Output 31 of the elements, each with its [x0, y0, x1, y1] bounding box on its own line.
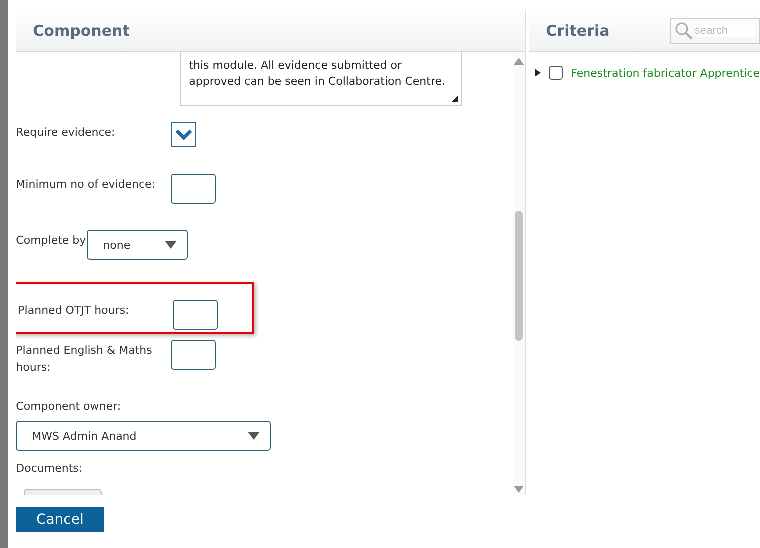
number-field[interactable]: [171, 174, 216, 204]
require-evidence-checkbox[interactable]: [171, 122, 196, 147]
expand-icon[interactable]: [535, 69, 542, 77]
scrollbar[interactable]: [513, 52, 526, 495]
owner-dropdown[interactable]: MWS Admin Anand: [16, 421, 272, 451]
field-label: Planned English & Maths hours:: [16, 343, 154, 376]
criteria-label[interactable]: Fenestration fabricator Apprentice: [571, 66, 760, 80]
criteria-checkbox[interactable]: [549, 66, 564, 80]
search-field[interactable]: search: [670, 18, 760, 44]
complete-by-dropdown[interactable]: none: [87, 230, 188, 260]
number-field[interactable]: [171, 340, 216, 370]
number-field[interactable]: [173, 300, 218, 330]
field-label: Require evidence:: [16, 125, 116, 141]
resize-handle-icon: [452, 96, 458, 102]
field-label: Component owner:: [16, 399, 122, 415]
cancel-button[interactable]: Cancel: [16, 507, 104, 532]
field-label: Minimum no of evidence:: [16, 177, 157, 193]
panel-title: Component: [33, 22, 130, 40]
scroll-up-icon[interactable]: [514, 58, 524, 65]
scroll-down-icon[interactable]: [514, 486, 524, 493]
panel-title: Criteria: [546, 22, 610, 40]
field-label: Documents:: [16, 461, 84, 477]
field-label: Planned OTJT hours:: [18, 303, 130, 319]
caret-icon: [248, 432, 260, 440]
search-icon: [675, 22, 693, 40]
field-label: Complete by: [16, 233, 88, 249]
description-textarea[interactable]: this module. All evidence submitted or approved can be seen in Collaboration Centre.: [180, 52, 462, 106]
check-icon: [176, 129, 192, 140]
search-input[interactable]: search: [695, 24, 755, 36]
scroll-thumb[interactable]: [515, 210, 524, 340]
caret-icon: [165, 241, 178, 249]
